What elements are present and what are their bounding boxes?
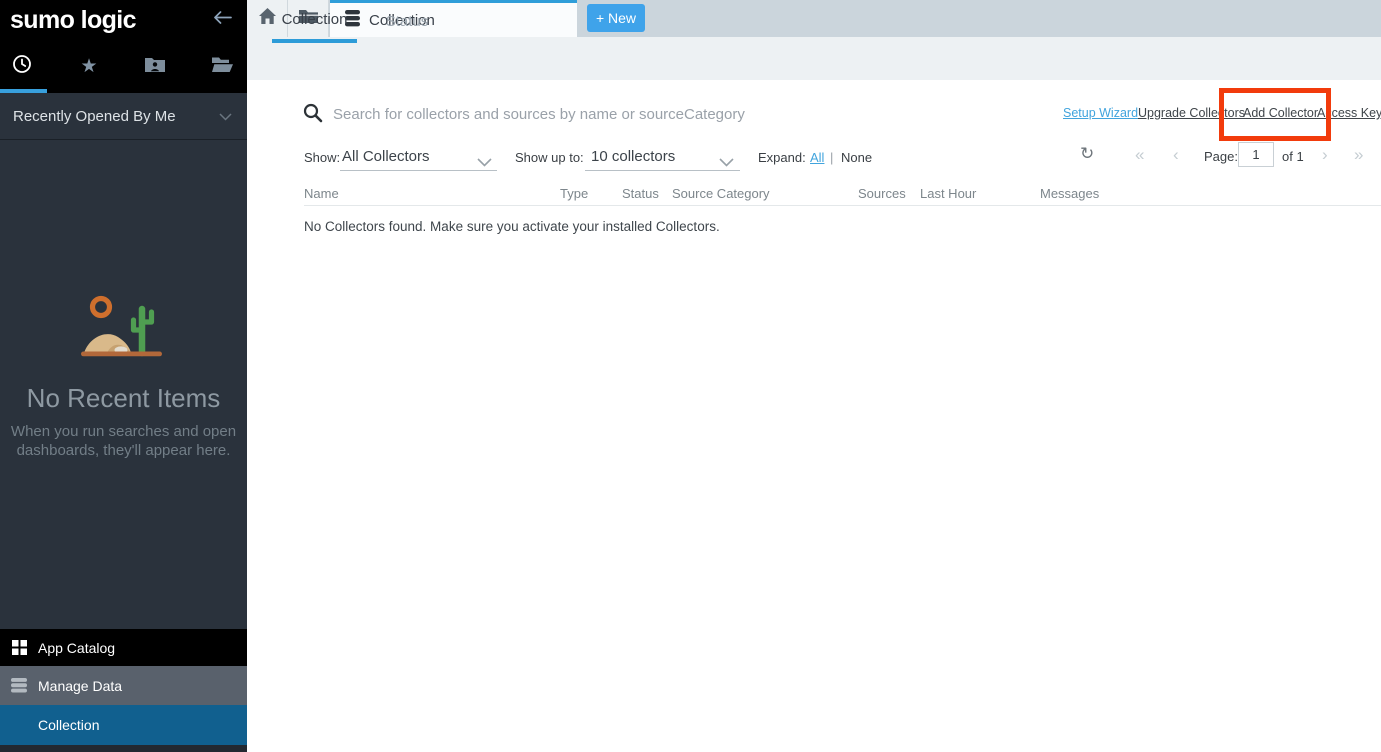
access-keys-link[interactable]: Access Keys	[1317, 106, 1381, 120]
sidebar-tab-recents[interactable]	[2, 51, 42, 81]
expand-none-link[interactable]: None	[841, 150, 872, 165]
page-label: Page:	[1204, 149, 1238, 164]
expand-label: Expand:	[758, 150, 806, 165]
sidebar: sumo logic ★ Recently Opened By Me	[0, 0, 247, 752]
grid-icon	[10, 640, 28, 655]
tab-collection[interactable]: Collection	[272, 0, 357, 43]
sumo-logic-logo: sumo logic	[10, 6, 136, 35]
column-header-name[interactable]: Name	[304, 186, 339, 201]
main-area: Collection + New Collection Status Setup…	[247, 0, 1381, 752]
sidebar-item-manage-data[interactable]: Manage Data	[0, 666, 247, 705]
subtab-bar	[247, 37, 1381, 80]
show-filter-label: Show:	[304, 150, 340, 165]
tab-collection-label: Collection	[282, 11, 348, 28]
star-icon: ★	[80, 57, 97, 76]
expand-all-link[interactable]: All	[810, 150, 824, 165]
collapse-sidebar-button[interactable]	[206, 9, 238, 31]
page-count-label: of 1	[1282, 149, 1304, 164]
no-recent-items-caption: When you run searches and open dashboard…	[0, 422, 247, 460]
show-filter-dropdown[interactable]: All Collectors	[342, 148, 430, 165]
upgrade-collectors-link[interactable]: Upgrade Collectors	[1138, 106, 1245, 120]
new-tab-button[interactable]: + New	[587, 4, 645, 32]
caption-line-1: When you run searches and open	[0, 422, 247, 441]
sidebar-tab-shared-content[interactable]	[135, 51, 175, 81]
sidebar-tab-library[interactable]	[202, 51, 242, 81]
show-up-to-dropdown[interactable]: 10 collectors	[591, 148, 675, 165]
caption-line-2: dashboards, they'll appear here.	[0, 441, 247, 460]
tab-collection-document[interactable]: Collection	[330, 0, 577, 37]
recent-filter-dropdown[interactable]: Recently Opened By Me	[0, 93, 247, 140]
search-input[interactable]	[331, 101, 985, 127]
menu-label: App Catalog	[38, 640, 115, 656]
no-recent-items-title: No Recent Items	[0, 383, 247, 414]
new-button-label: + New	[596, 10, 636, 26]
chevron-down-icon[interactable]	[719, 154, 734, 172]
database-icon	[10, 678, 28, 693]
column-header-sources[interactable]: Sources	[858, 186, 906, 201]
sidebar-next-row-edge	[0, 745, 247, 752]
table-header-divider	[304, 205, 1381, 206]
tab-status-label: Status	[386, 13, 429, 30]
add-collector-link[interactable]: Add Collector	[1243, 106, 1318, 120]
expand-divider: |	[830, 150, 833, 165]
arrow-left-icon	[213, 11, 232, 29]
menu-label: Manage Data	[38, 678, 122, 694]
previous-page-icon[interactable]: ‹	[1173, 146, 1178, 163]
sidebar-item-app-catalog[interactable]: App Catalog	[0, 629, 247, 666]
menu-label: Collection	[38, 717, 99, 733]
search-icon	[303, 103, 323, 128]
page-number-input[interactable]	[1238, 142, 1274, 167]
sidebar-item-collection-selected[interactable]: Collection	[0, 705, 247, 745]
show-up-to-underline	[585, 170, 740, 171]
show-up-to-label: Show up to:	[515, 150, 584, 165]
tab-status[interactable]: Status	[372, 0, 442, 43]
column-header-last-hour[interactable]: Last Hour	[920, 186, 976, 201]
column-header-messages[interactable]: Messages	[1040, 186, 1099, 201]
column-header-type[interactable]: Type	[560, 186, 588, 201]
clock-icon	[12, 54, 32, 79]
desert-empty-state-illustration	[69, 293, 179, 364]
chevron-down-icon[interactable]	[477, 154, 492, 172]
show-filter-underline	[340, 170, 497, 171]
column-header-status[interactable]: Status	[622, 186, 659, 201]
first-page-icon[interactable]: «	[1135, 146, 1143, 163]
chevron-down-icon	[219, 108, 232, 125]
folder-user-icon	[145, 56, 165, 77]
open-folder-icon	[212, 56, 233, 77]
empty-table-message: No Collectors found. Make sure you activ…	[304, 219, 720, 234]
screen: sumo logic ★ Recently Opened By Me	[0, 0, 1381, 752]
sidebar-tab-favorites[interactable]: ★	[69, 51, 109, 81]
last-page-icon[interactable]: »	[1354, 146, 1362, 163]
setup-wizard-link[interactable]: Setup Wizard	[1063, 106, 1138, 120]
column-header-source-category[interactable]: Source Category	[672, 186, 770, 201]
refresh-icon[interactable]: ↻	[1080, 145, 1094, 162]
next-page-icon[interactable]: ›	[1322, 146, 1327, 163]
recent-filter-label: Recently Opened By Me	[13, 108, 176, 125]
